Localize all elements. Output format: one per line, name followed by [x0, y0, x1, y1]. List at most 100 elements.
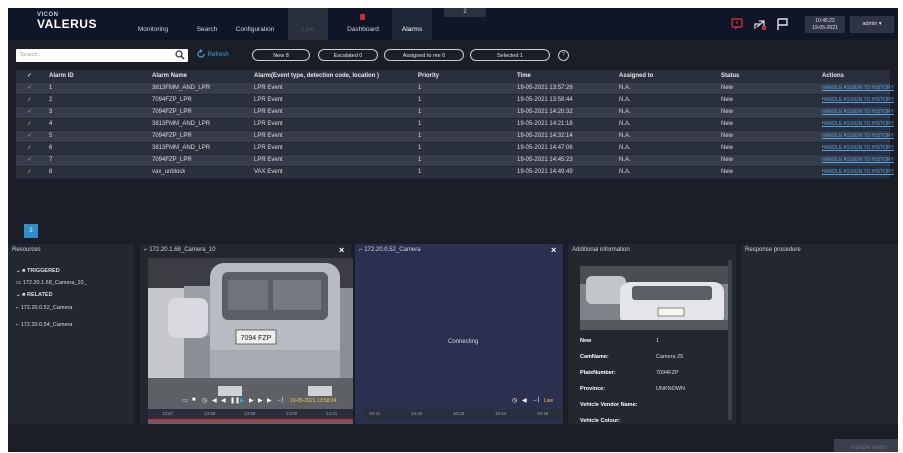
snapshot-icon[interactable]: ▭: [182, 397, 188, 404]
info-value: 7094FZP: [656, 370, 679, 376]
alarm-event-cell: LPR Event: [254, 157, 283, 163]
row-actions-links[interactable]: HANDLE ASSIGN TO HISTORY: [822, 83, 894, 94]
camera-icon: ⌐: [359, 247, 363, 253]
skip-back-icon[interactable]: ◀: [212, 397, 217, 404]
table-row[interactable]: ✓ 2 7094FZP_LPR LPR Event 1 19-05-2021 13:58:…: [16, 95, 894, 107]
alarms-tab-count[interactable]: 2: [444, 8, 486, 17]
scrollbar[interactable]: [728, 260, 732, 420]
tree-related[interactable]: ⌄ ■ RELATED: [16, 292, 53, 298]
col-actions: Actions: [822, 73, 845, 79]
table-body: ✓ 1 3813FMM_AND_LPR LPR Event 1 19-05-2021 13…: [16, 83, 894, 179]
refresh-button[interactable]: Refresh: [196, 49, 229, 61]
video1-timeline[interactable]: 13:57 13:58 13:59 14:00 14:01: [148, 409, 353, 421]
assigned-cell: N.A.: [619, 85, 631, 91]
search-input[interactable]: Search...: [16, 49, 188, 62]
row-actions-links[interactable]: HANDLE ASSIGN TO HISTORY: [822, 95, 894, 106]
plate-snapshot-image[interactable]: [580, 266, 728, 330]
tree-triggered-camera[interactable]: ▭ 172.20.1.68_Camera_10_: [16, 280, 87, 286]
close-icon[interactable]: ×: [339, 245, 344, 255]
step-back-icon[interactable]: ◀: [221, 397, 226, 404]
alarm-event-cell: LPR Event: [254, 133, 283, 139]
flag-icon[interactable]: [775, 17, 789, 31]
nav-configuration[interactable]: Configuration: [234, 8, 276, 40]
row-checkbox[interactable]: ✓: [27, 143, 32, 154]
play-icon[interactable]: ▶: [240, 397, 245, 404]
video2-timeline[interactable]: 10:41 10:42 10:43 10:44 10:45: [363, 409, 563, 421]
refresh-icon: [197, 49, 205, 58]
handle-alarm-button[interactable]: Handle alarm: [834, 439, 898, 452]
col-time[interactable]: Time: [517, 70, 531, 83]
nav-dashboard[interactable]: Dashboard: [340, 8, 386, 40]
share-icon[interactable]: [753, 17, 767, 31]
row-checkbox[interactable]: ✓: [27, 119, 32, 130]
fast-forward-icon[interactable]: ▶: [258, 397, 263, 404]
col-alarm-id[interactable]: Alarm ID: [49, 70, 74, 83]
user-menu[interactable]: admin ▾: [850, 16, 894, 33]
table-row[interactable]: ✓ 1 3813FMM_AND_LPR LPR Event 1 19-05-2021 13…: [16, 83, 894, 95]
row-actions-links[interactable]: HANDLE ASSIGN TO HISTORY: [822, 107, 894, 118]
pause-icon[interactable]: ❚❚: [230, 397, 240, 404]
page-button[interactable]: 2: [24, 224, 38, 238]
timeline-tick: 10:42: [411, 411, 423, 416]
row-actions-links[interactable]: HANDLE ASSIGN TO HISTORY: [822, 119, 894, 130]
camera-icon[interactable]: ■: [192, 397, 196, 403]
nav-search[interactable]: Search: [194, 8, 220, 40]
row-actions-links[interactable]: HANDLE ASSIGN TO HISTORY: [822, 155, 894, 166]
chevron-down-icon[interactable]: ⌄: [16, 268, 21, 274]
col-priority[interactable]: Priority: [418, 70, 439, 83]
chevron-down-icon[interactable]: ⌄: [16, 292, 21, 298]
col-alarm-event[interactable]: Alarm(Event type, detection code, locati…: [254, 70, 379, 83]
row-checkbox[interactable]: ✓: [27, 155, 32, 166]
license-plate-text: 7094 FZP: [241, 335, 272, 342]
related-camera-label: 172.20.0.54_Camera: [20, 322, 73, 328]
step-forward-icon[interactable]: ▶: [249, 397, 254, 404]
nav-live[interactable]: Live: [288, 8, 328, 40]
col-alarm-name[interactable]: Alarm Name: [152, 70, 187, 83]
row-actions-links[interactable]: HANDLE ASSIGN TO HISTORY: [822, 131, 894, 142]
filter-selected[interactable]: Selected 1: [470, 49, 550, 61]
clock-date: 19-05-2021: [812, 25, 838, 31]
tree-related-camera-1[interactable]: ⌐ 172.20.0.52_Camera: [16, 305, 72, 311]
table-row[interactable]: ✓ 4 3813FMM_AND_LPR LPR Event 1 19-05-2021 14…: [16, 119, 894, 131]
filter-assigned-to-me[interactable]: Assigned to me 0: [384, 49, 464, 61]
nav-alarms[interactable]: Alarms: [392, 8, 432, 40]
info-value: UNKNOWN: [656, 386, 686, 392]
live-jump-icon[interactable]: →|: [532, 397, 540, 403]
filter-new[interactable]: New 8: [252, 49, 310, 61]
live-jump-icon[interactable]: →|: [276, 397, 284, 403]
tree-triggered[interactable]: ⌄ ■ TRIGGERED: [16, 268, 60, 274]
nav-monitoring[interactable]: Monitoring: [136, 8, 170, 40]
alarm-id-cell: 6: [49, 145, 53, 151]
filter-escalated[interactable]: Escalated 0: [318, 49, 378, 61]
table-row[interactable]: ✓ 3 7094FZP_LPR LPR Event 1 19-05-2021 14:20:…: [16, 107, 894, 119]
row-checkbox[interactable]: ✓: [27, 83, 32, 94]
clock-icon[interactable]: ◷: [202, 397, 207, 404]
close-icon[interactable]: ×: [551, 245, 556, 255]
clock-icon[interactable]: ◷: [512, 397, 517, 404]
table-row[interactable]: ✓ 8 vax_unblock VAX Event 1 19-05-2021 14:49:…: [16, 167, 894, 179]
row-checkbox[interactable]: ✓: [27, 95, 32, 106]
camera-icon: ▭: [16, 280, 22, 286]
row-actions-links[interactable]: HANDLE ASSIGN TO HISTORY: [822, 143, 894, 154]
tree-related-camera-2[interactable]: ⌐ 172.20.0.54_Camera: [16, 322, 72, 328]
help-icon[interactable]: ?: [558, 50, 569, 61]
step-back-icon[interactable]: ◀: [522, 397, 527, 404]
alarm-id-cell: 2: [49, 97, 53, 103]
skip-end-icon[interactable]: ▶: [267, 397, 272, 404]
search-icon[interactable]: [175, 50, 185, 60]
time-cell: 19-05-2021 14:20:32: [517, 109, 573, 115]
time-cell: 19-05-2021 13:58:44: [517, 97, 573, 103]
table-row[interactable]: ✓ 7 7094FZP_LPR LPR Event 1 19-05-2021 14:45:…: [16, 155, 894, 167]
row-checkbox[interactable]: ✓: [27, 167, 32, 178]
timeline-tick: 10:43: [453, 411, 465, 416]
row-checkbox[interactable]: ✓: [27, 131, 32, 142]
table-row[interactable]: ✓ 6 3813FMM_AND_LPR LPR Event 1 19-05-2021 14…: [16, 143, 894, 155]
row-actions-links[interactable]: HANDLE ASSIGN TO HISTORY: [822, 167, 894, 178]
col-status[interactable]: Status: [721, 70, 739, 83]
col-assigned-to[interactable]: Assigned to: [619, 70, 653, 83]
row-checkbox[interactable]: ✓: [27, 107, 32, 118]
table-row[interactable]: ✓ 5 7094FZP_LPR LPR Event 1 19-05-2021 14:32:…: [16, 131, 894, 143]
chat-alert-icon[interactable]: [730, 17, 744, 31]
select-all-checkbox[interactable]: ✓: [27, 70, 32, 83]
video1-title: ⌐ 172.20.1.68_Camera_10: [144, 247, 216, 253]
